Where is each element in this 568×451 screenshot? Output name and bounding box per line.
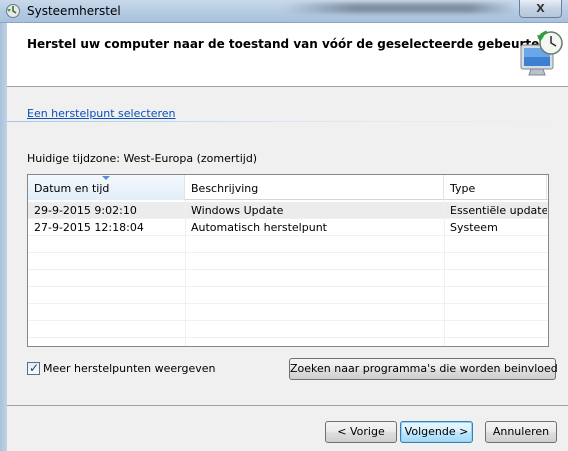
- column-header-type-label: Type: [450, 182, 476, 195]
- page-title: Herstel uw computer naar de toestand van…: [27, 37, 560, 51]
- empty-row: [28, 253, 548, 270]
- empty-row: [28, 236, 548, 253]
- close-button[interactable]: X: [519, 0, 562, 18]
- column-gridline: [444, 200, 445, 346]
- row-type: Essentiële update: [450, 204, 547, 217]
- window-title: Systeemherstel: [27, 4, 121, 18]
- row-date: 29-9-2015 9:02:10: [34, 204, 137, 217]
- row-description: Automatisch herstelpunt: [191, 221, 327, 234]
- column-header-description[interactable]: Beschrijving: [185, 175, 444, 200]
- wizard-header: Herstel uw computer naar de toestand van…: [7, 23, 568, 87]
- title-bar[interactable]: Systeemherstel X: [0, 0, 568, 23]
- cancel-button[interactable]: Annuleren: [485, 421, 557, 443]
- empty-row: [28, 287, 548, 304]
- scan-affected-programs-button[interactable]: Zoeken naar programma's die worden beinv…: [289, 358, 558, 380]
- list-row-2[interactable]: 27-9-2015 12:18:04 Automatisch herstelpu…: [28, 219, 548, 236]
- next-button[interactable]: Volgende >: [400, 421, 473, 443]
- column-gridline: [185, 200, 186, 346]
- column-header-description-label: Beschrijving: [191, 182, 259, 195]
- column-header-date-label: Datum en tijd: [34, 182, 110, 195]
- system-restore-window: Systeemherstel X Herstel uw computer naa…: [0, 0, 568, 451]
- empty-row: [28, 304, 548, 321]
- window-frame-left: [0, 23, 7, 451]
- checkbox-box[interactable]: ✓: [27, 361, 40, 375]
- row-type: Systeem: [450, 221, 498, 234]
- select-restore-point-link[interactable]: Een herstelpunt selecteren: [27, 107, 176, 120]
- list-row-1[interactable]: 29-9-2015 9:02:10 Windows Update Essenti…: [28, 202, 548, 219]
- column-header-date[interactable]: Datum en tijd: [28, 175, 185, 200]
- system-restore-monitor-icon: [520, 30, 563, 76]
- obscured-region: [285, 3, 515, 13]
- row-description: Windows Update: [191, 204, 284, 217]
- link-divider: [7, 121, 568, 122]
- column-header-type[interactable]: Type: [444, 175, 547, 200]
- list-header: Datum en tijd Beschrijving Type: [28, 175, 548, 200]
- wizard-footer: [7, 406, 568, 451]
- back-button[interactable]: < Vorige: [325, 421, 397, 443]
- sort-arrow-icon: [102, 176, 110, 180]
- checkbox-label: Meer herstelpunten weergeven: [43, 362, 216, 375]
- empty-row: [28, 321, 548, 338]
- restore-points-list[interactable]: Datum en tijd Beschrijving Type 29-9-201…: [27, 174, 549, 347]
- empty-row: [28, 270, 548, 287]
- checkmark-icon: ✓: [29, 361, 40, 375]
- timezone-label: Huidige tijdzone: West-Europa (zomertijd…: [27, 152, 258, 165]
- system-restore-app-icon: [6, 4, 20, 18]
- row-date: 27-9-2015 12:18:04: [34, 221, 144, 234]
